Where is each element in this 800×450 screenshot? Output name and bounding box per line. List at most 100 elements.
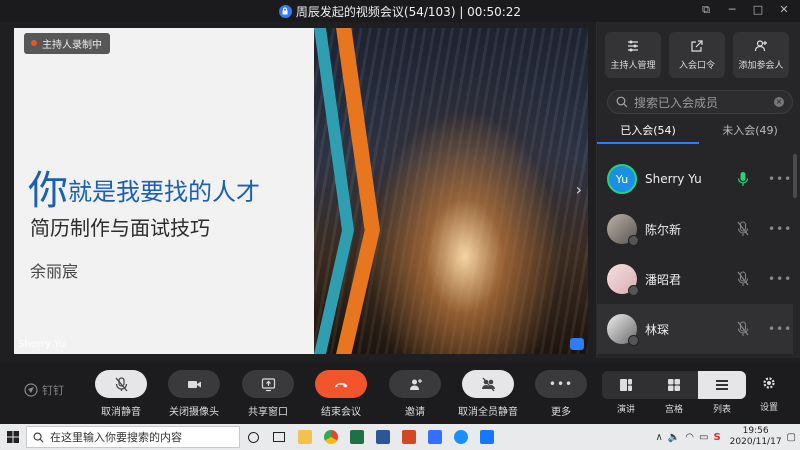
slide-title-rest: 就是我要找的人才 <box>68 178 260 206</box>
unmute-all-button[interactable]: 取消全员静音 <box>458 370 518 418</box>
task-view-icon[interactable] <box>266 424 292 450</box>
view-speaker-label: 演讲 <box>616 405 635 415</box>
add-person-icon <box>754 40 767 52</box>
battery-icon[interactable]: ▭ <box>699 432 708 443</box>
mic-muted-icon[interactable] <box>737 271 749 287</box>
window-title: 周辰发起的视频会议(54/103) | 00:50:22 <box>295 4 522 19</box>
camera-off-button[interactable]: 关闭摄像头 <box>164 370 224 418</box>
host-badge-icon <box>628 235 639 246</box>
mic-muted-icon[interactable] <box>737 221 749 237</box>
add-participant-button[interactable]: 添加参会人 <box>733 32 789 78</box>
gear-icon <box>763 377 775 389</box>
view-list-label: 列表 <box>712 405 731 415</box>
slide-author: 余丽宸 <box>30 262 79 281</box>
mute-all-icon <box>481 377 495 391</box>
avatar <box>607 214 639 246</box>
more-options-icon[interactable]: ••• <box>768 322 792 336</box>
close-icon[interactable]: ✕ <box>778 4 790 16</box>
tab-not-joined[interactable]: 未入会(49) <box>699 118 800 144</box>
member-list-scrollbar[interactable] <box>793 154 797 198</box>
mic-muted-icon[interactable] <box>737 321 749 337</box>
speaker-name: Sherry Yu <box>18 339 66 350</box>
search-icon <box>616 96 628 108</box>
dingtalk-meeting-taskbar-icon[interactable] <box>474 424 500 450</box>
view-grid-label: 宫格 <box>664 405 683 415</box>
powerpoint-icon[interactable] <box>396 424 422 450</box>
more-options-icon[interactable]: ••• <box>768 222 792 236</box>
view-mode-labels: 演讲 宫格 列表 <box>602 402 746 415</box>
minimize-icon[interactable]: ─ <box>726 4 738 16</box>
view-speaker-button[interactable] <box>602 371 650 399</box>
speaker-view-icon <box>620 379 632 391</box>
member-row[interactable]: 潘昭君 ••• <box>597 254 793 304</box>
invite-button[interactable]: 邀请 <box>385 370 445 418</box>
member-search[interactable]: 搜索已入会成员 × <box>607 90 793 114</box>
view-grid-button[interactable] <box>650 371 698 399</box>
slide-title: 你就是我要找的人才 <box>28 158 260 216</box>
camera-off-label: 关闭摄像头 <box>169 407 219 418</box>
member-row[interactable]: 林琛 ••• <box>597 304 793 354</box>
input-method-icon[interactable]: S <box>713 432 720 443</box>
lock-icon <box>278 4 292 18</box>
popout-icon[interactable]: ⧉ <box>700 4 712 16</box>
list-view-icon <box>716 380 728 390</box>
cortana-icon[interactable] <box>240 424 266 450</box>
more-options-icon[interactable]: ••• <box>768 272 792 286</box>
dingtalk-taskbar-icon[interactable] <box>448 424 474 450</box>
chrome-icon[interactable] <box>318 424 344 450</box>
more-button[interactable]: ••• 更多 <box>531 370 591 418</box>
taskbar-search[interactable]: 在这里输入你要搜索的内容 <box>26 426 240 448</box>
chevron-up-icon[interactable]: ∧ <box>656 432 663 443</box>
tab-joined[interactable]: 已入会(54) <box>597 118 699 144</box>
expand-icon[interactable] <box>570 338 584 350</box>
share-screen-icon <box>261 377 275 391</box>
slide-subtitle: 简历制作与面试技巧 <box>30 216 210 240</box>
settings-label: 设置 <box>760 403 779 413</box>
meeting-toolbar: 钉钉 取消静音 关闭摄像头 共享窗口 结束会议 邀请 取消全员静音 ••• 更多… <box>0 362 800 424</box>
invite-icon <box>409 378 422 390</box>
more-options-icon[interactable]: ••• <box>768 172 792 186</box>
share-window-label: 共享窗口 <box>248 407 288 418</box>
member-row[interactable]: Yu Sherry Yu ••• <box>597 154 793 204</box>
unmute-button[interactable]: 取消静音 <box>91 370 151 418</box>
mic-muted-icon <box>115 376 127 391</box>
maximize-icon[interactable]: □ <box>752 4 764 16</box>
more-icon: ••• <box>548 377 574 391</box>
share-window-button[interactable]: 共享窗口 <box>238 370 298 418</box>
mic-active-icon[interactable] <box>737 171 749 187</box>
settings-button[interactable]: 设置 <box>760 376 778 413</box>
dingtalk-icon <box>24 383 38 397</box>
title-bar: 周辰发起的视频会议(54/103) | 00:50:22 ⧉ ─ □ ✕ <box>0 0 800 22</box>
volume-icon[interactable]: 🔈 <box>668 432 680 443</box>
host-manage-button[interactable]: 主持人管理 <box>605 32 661 78</box>
file-explorer-icon[interactable] <box>292 424 318 450</box>
network-icon[interactable]: ◠ <box>685 432 694 443</box>
share-out-icon <box>691 40 703 52</box>
word-icon[interactable] <box>370 424 396 450</box>
member-tabs: 已入会(54) 未入会(49) <box>597 118 800 144</box>
host-badge-icon <box>628 335 639 346</box>
feishu-icon[interactable] <box>422 424 448 450</box>
clock[interactable]: 19:56 2020/11/17 <box>730 426 782 448</box>
clock-time: 19:56 <box>742 426 769 436</box>
member-search-placeholder: 搜索已入会成员 <box>634 95 719 110</box>
chevron-right-icon[interactable]: › <box>576 180 582 199</box>
end-meeting-button[interactable]: 结束会议 <box>311 370 371 418</box>
notifications-icon[interactable]: ▢ <box>787 432 796 443</box>
avatar: Yu <box>607 164 637 194</box>
meeting-passcode-button[interactable]: 入会口令 <box>669 32 725 78</box>
end-meeting-label: 结束会议 <box>321 407 361 418</box>
app-logo: 钉钉 <box>24 382 64 398</box>
avatar-text: Yu <box>615 172 629 186</box>
member-row[interactable]: 陈尔新 ••• <box>597 204 793 254</box>
host-manage-label: 主持人管理 <box>610 61 656 71</box>
participants-panel: 主持人管理 入会口令 添加参会人 搜索已入会成员 × 已入会(54) 未入会(4… <box>596 22 800 358</box>
member-name: 潘昭君 <box>645 272 682 287</box>
clear-icon[interactable]: × <box>774 97 784 107</box>
recording-badge: 主持人录制中 <box>24 33 110 54</box>
windows-start-icon[interactable] <box>0 424 26 450</box>
avatar <box>607 264 639 296</box>
system-tray: ∧ 🔈 ◠ ▭ S 19:56 2020/11/17 ▢ <box>656 424 797 450</box>
excel-icon[interactable] <box>344 424 370 450</box>
view-list-button[interactable] <box>698 371 746 399</box>
